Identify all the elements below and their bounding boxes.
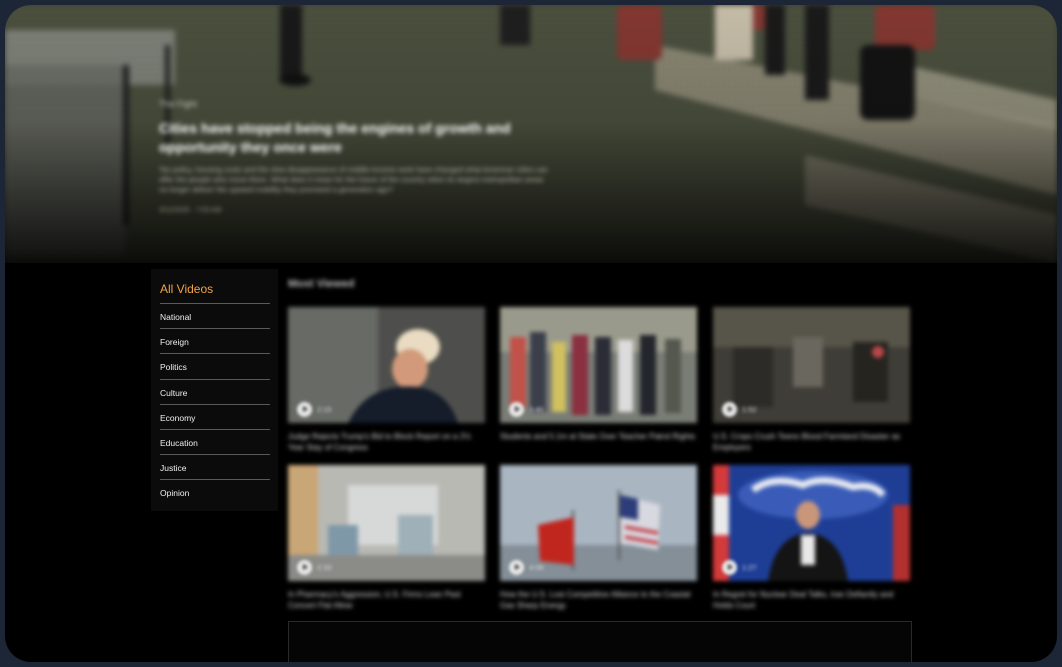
video-caption[interactable]: Students and 5.1m at State Over Teacher … bbox=[500, 431, 697, 442]
sidebar-item-education[interactable]: Education bbox=[160, 429, 270, 454]
sidebar-item-opinion[interactable]: Opinion bbox=[160, 479, 270, 504]
browser-frame: The Fight Cities have stopped being the … bbox=[5, 5, 1057, 662]
video-card[interactable]: 1:52 U.S. Crops Crush Teens Blood Farmla… bbox=[713, 307, 910, 459]
video-card[interactable]: 2:33 In Pharmacy's Aggression, U.S. Firm… bbox=[288, 465, 485, 617]
hero-meta: 3/11/2025 · 7:03 AM bbox=[159, 207, 222, 214]
section-title: Most Viewed bbox=[288, 278, 355, 290]
play-icon[interactable] bbox=[509, 402, 524, 417]
sidebar-item-label: Foreign bbox=[160, 337, 189, 347]
video-duration: 1:27 bbox=[742, 563, 757, 572]
category-sidebar: All Videos National Foreign Politics Cul… bbox=[151, 269, 278, 511]
sidebar-title[interactable]: All Videos bbox=[160, 282, 213, 296]
video-caption[interactable]: How the U.S. Lost Competitive Alliance t… bbox=[500, 589, 697, 611]
play-icon[interactable] bbox=[297, 402, 312, 417]
hero-kicker: The Fight bbox=[159, 99, 198, 109]
video-caption[interactable]: Judge Rejects Trump's Bid to Block Repor… bbox=[288, 431, 485, 453]
video-card[interactable]: 1:27 In Regret for Nuclear Deal Talks, I… bbox=[713, 465, 910, 617]
sidebar-item-label: Politics bbox=[160, 362, 187, 372]
sidebar-item-label: Education bbox=[160, 438, 198, 448]
hero-text-block: The Fight Cities have stopped being the … bbox=[159, 99, 549, 214]
video-card[interactable]: 2:15 Judge Rejects Trump's Bid to Block … bbox=[288, 307, 485, 459]
sidebar-item-label: National bbox=[160, 312, 192, 322]
sidebar-item-label: Economy bbox=[160, 413, 196, 423]
sidebar-item-label: Justice bbox=[160, 463, 187, 473]
sidebar-item-justice[interactable]: Justice bbox=[160, 454, 270, 479]
video-caption[interactable]: In Regret for Nuclear Deal Talks, Iran D… bbox=[713, 589, 910, 611]
video-duration: 2:15 bbox=[317, 405, 332, 414]
hero-title[interactable]: Cities have stopped being the engines of… bbox=[159, 119, 549, 157]
video-duration: 3:40 bbox=[529, 405, 544, 414]
video-duration: 4:08 bbox=[529, 563, 544, 572]
video-card[interactable]: 3:40 Students and 5.1m at State Over Tea… bbox=[500, 307, 697, 459]
sidebar-item-foreign[interactable]: Foreign bbox=[160, 328, 270, 353]
play-icon[interactable] bbox=[722, 560, 737, 575]
video-caption[interactable]: U.S. Crops Crush Teens Blood Farmland Di… bbox=[713, 431, 910, 453]
sidebar-item-label: Opinion bbox=[160, 488, 190, 498]
sidebar-item-economy[interactable]: Economy bbox=[160, 404, 270, 429]
sidebar-item-culture[interactable]: Culture bbox=[160, 379, 270, 404]
play-icon[interactable] bbox=[297, 560, 312, 575]
video-duration: 2:33 bbox=[317, 563, 332, 572]
video-card[interactable]: 4:08 How the U.S. Lost Competitive Allia… bbox=[500, 465, 697, 617]
play-icon[interactable] bbox=[722, 402, 737, 417]
video-duration: 1:52 bbox=[742, 405, 757, 414]
play-icon[interactable] bbox=[509, 560, 524, 575]
sidebar-item-label: Culture bbox=[160, 388, 188, 398]
hero-description: Tax policy, housing costs and the slow d… bbox=[159, 165, 548, 194]
video-caption[interactable]: In Pharmacy's Aggression, U.S. Firms Lea… bbox=[288, 589, 485, 611]
sidebar-item-politics[interactable]: Politics bbox=[160, 353, 270, 378]
hero-banner[interactable]: The Fight Cities have stopped being the … bbox=[5, 5, 1057, 263]
ad-placeholder bbox=[288, 621, 912, 662]
sidebar-item-national[interactable]: National bbox=[160, 303, 270, 328]
